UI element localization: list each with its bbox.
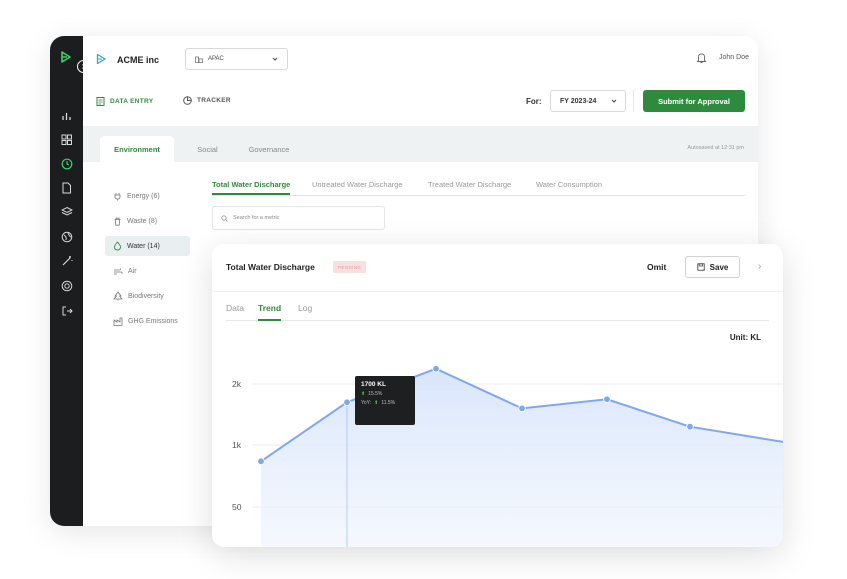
tooltip-change-row: ⬆ 15.5%: [361, 391, 409, 397]
subtab-untreated-water-discharge[interactable]: Untreated Water Discharge: [312, 180, 403, 189]
user-name[interactable]: John Doe: [719, 54, 749, 61]
tab-governance[interactable]: Governance: [238, 136, 300, 162]
fiscal-year-value: FY 2023-24: [560, 97, 597, 105]
tab-social[interactable]: Social: [186, 136, 229, 162]
data-point: [343, 398, 351, 406]
data-entry-label: DATA ENTRY: [110, 97, 154, 105]
document-icon[interactable]: [60, 181, 73, 194]
data-point: [518, 404, 526, 413]
subtab-treated-water-discharge[interactable]: Treated Water Discharge: [428, 180, 511, 189]
search-icon: [221, 214, 228, 222]
category-energy[interactable]: Energy (6): [105, 186, 190, 206]
trend-chart: 2k 1k 50: [232, 365, 783, 547]
stage: ACME inc APAC John Doe DATA ENTRY TRACKE…: [0, 0, 847, 579]
category-label: Energy (6): [127, 192, 160, 200]
arrow-up-icon: ⬆: [374, 400, 379, 406]
clipboard-icon: [96, 97, 105, 106]
tooltip-value: 1700 KL: [361, 381, 386, 388]
building-icon: [195, 56, 203, 63]
y-tick-label: 50: [232, 502, 242, 512]
logout-icon[interactable]: [60, 304, 73, 317]
data-point: [257, 457, 265, 466]
chevron-down-icon: [272, 57, 278, 61]
metric-detail-card: Total Water Discharge PENDING Omit Save …: [212, 244, 783, 547]
tooltip-yoy-change: 11.5%: [381, 400, 396, 406]
category-label: Biodiversity: [128, 292, 164, 300]
series-area: [261, 368, 783, 547]
tracker-label: TRACKER: [197, 97, 231, 104]
category-waste[interactable]: Waste (8): [105, 211, 190, 231]
tab-environment[interactable]: Environment: [100, 136, 174, 162]
region-select[interactable]: APAC: [185, 48, 288, 70]
for-label: For:: [526, 97, 542, 106]
target-icon[interactable]: [60, 279, 73, 292]
app-logo-icon[interactable]: [59, 50, 73, 64]
submit-for-approval-button[interactable]: Submit for Approval: [643, 90, 745, 112]
category-label: Air: [128, 267, 137, 275]
category-ghg-emissions[interactable]: GHG Emissions: [105, 311, 190, 331]
plug-icon: [114, 192, 121, 200]
metric-search-input[interactable]: Search for a metric: [212, 206, 385, 230]
data-entry-active-icon[interactable]: [60, 157, 73, 170]
data-point: [603, 395, 611, 403]
notification-bell-icon[interactable]: [696, 52, 707, 64]
brand-logo-icon: [96, 53, 106, 65]
tooltip-yoy-row: YoY: ⬆ 11.5%: [361, 400, 409, 406]
trash-icon: [114, 217, 121, 226]
category-label: Water (14): [127, 242, 160, 250]
category-label: Waste (8): [127, 217, 158, 225]
data-point-tooltip: 1700 KL ⬆ 15.5% YoY: ⬆ 11.5%: [355, 376, 415, 425]
y-tick-label: 1k: [232, 440, 242, 450]
category-air[interactable]: Air: [105, 261, 190, 281]
tooltip-yoy-label: YoY:: [361, 400, 372, 406]
dashboard-grid-icon[interactable]: [60, 133, 73, 146]
action-bar: DATA ENTRY TRACKER For: FY 2023-24 Submi…: [83, 86, 758, 126]
brand-name: ACME inc: [117, 55, 160, 65]
magic-wand-icon[interactable]: [60, 254, 73, 267]
data-entry-nav[interactable]: DATA ENTRY: [96, 96, 153, 106]
autosave-status: Autosaved at 12:31 pm: [687, 145, 744, 151]
divider: [633, 90, 634, 112]
pie-chart-icon: [183, 96, 192, 105]
chevron-down-icon: [611, 99, 617, 103]
search-placeholder: Search for a metric: [233, 215, 280, 221]
subtab-water-consumption[interactable]: Water Consumption: [536, 180, 602, 189]
globe-icon[interactable]: [60, 230, 73, 243]
subtab-total-water-discharge[interactable]: Total Water Discharge: [212, 180, 291, 195]
factory-icon: [113, 317, 123, 326]
metric-subtabs: Total Water Discharge Untreated Water Di…: [212, 180, 745, 196]
category-label: GHG Emissions: [128, 317, 178, 325]
category-biodiversity[interactable]: Biodiversity: [105, 286, 190, 306]
category-tab-bar: Environment Social Governance Autosaved …: [83, 126, 758, 162]
tracker-nav[interactable]: TRACKER: [183, 96, 231, 105]
region-value: APAC: [208, 56, 224, 62]
data-point: [432, 365, 440, 373]
top-bar: ACME inc APAC John Doe: [83, 36, 758, 86]
y-tick-label: 2k: [232, 379, 242, 389]
tooltip-change: 15.5%: [368, 391, 383, 397]
wind-icon: [114, 267, 123, 274]
layers-icon[interactable]: [60, 205, 73, 218]
arrow-up-icon: ⬆: [361, 391, 366, 397]
icon-rail: [50, 36, 90, 526]
water-drop-icon: [113, 241, 122, 251]
fiscal-year-select[interactable]: FY 2023-24: [550, 90, 626, 112]
category-water[interactable]: Water (14): [105, 236, 190, 256]
analytics-icon[interactable]: [60, 109, 73, 122]
data-point: [686, 422, 694, 431]
tree-icon: [113, 291, 123, 301]
